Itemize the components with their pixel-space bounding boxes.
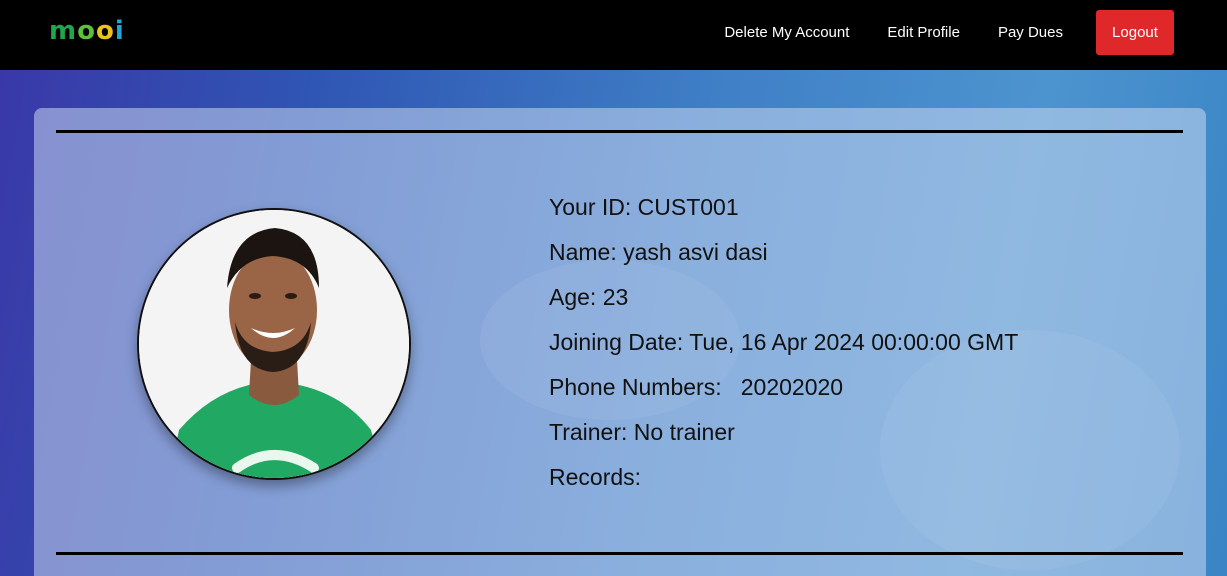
customer-name: Name: yash asvi dasi (549, 239, 768, 265)
profile-details: Your ID: CUST001 Name: yash asvi dasi Ag… (549, 190, 1018, 505)
logo[interactable]: mooi (49, 14, 125, 48)
profile-photo (137, 208, 411, 480)
bottom-divider (56, 552, 1183, 555)
person-avatar-icon (139, 210, 409, 478)
profile-card: Your ID: CUST001 Name: yash asvi dasi Ag… (34, 108, 1206, 576)
edit-profile-link[interactable]: Edit Profile (887, 24, 960, 41)
logo-letter: m (49, 16, 78, 46)
top-divider (56, 130, 1183, 133)
pay-dues-link[interactable]: Pay Dues (998, 24, 1063, 41)
logo-letter: o (77, 16, 96, 46)
joining-date: Joining Date: Tue, 16 Apr 2024 00:00:00 … (549, 329, 1019, 355)
logo-letter: i (114, 16, 125, 46)
delete-account-link[interactable]: Delete My Account (724, 24, 849, 41)
customer-id: Your ID: CUST001 (549, 194, 739, 220)
phone-numbers: Phone Numbers: 20202020 (549, 374, 844, 400)
navbar: mooi Delete My Account Edit Profile Pay … (0, 0, 1227, 70)
logo-letter: o (95, 16, 115, 46)
nav-links: Delete My Account Edit Profile Pay Dues … (724, 10, 1174, 55)
logout-button[interactable]: Logout (1096, 10, 1174, 55)
records-label: Records: (549, 464, 642, 490)
trainer: Trainer: No trainer (549, 419, 735, 445)
customer-age: Age: 23 (549, 284, 629, 310)
